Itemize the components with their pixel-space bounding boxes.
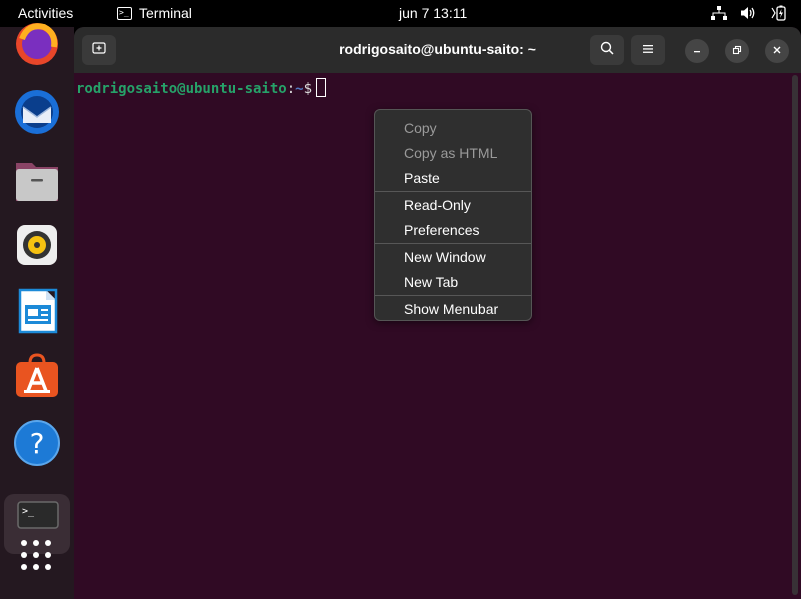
maximize-button[interactable]: [725, 39, 749, 63]
header-bar[interactable]: rodrigosaito@ubuntu-saito: ~: [74, 27, 801, 73]
system-tray[interactable]: [711, 5, 787, 21]
minimize-button[interactable]: [685, 39, 709, 63]
svg-text:>_: >_: [22, 506, 35, 517]
app-name: Terminal: [139, 5, 192, 21]
network-icon: [711, 6, 727, 20]
menu-separator: [375, 295, 531, 296]
activities-button[interactable]: Activities: [18, 5, 73, 21]
menu-icon: [642, 41, 654, 59]
search-icon: [600, 41, 614, 60]
volume-icon: [741, 6, 757, 20]
prompt-colon: :: [286, 81, 296, 97]
minimize-icon: [692, 42, 702, 60]
search-button[interactable]: [590, 35, 624, 65]
rhythmbox-icon[interactable]: [14, 222, 60, 268]
close-button[interactable]: [765, 39, 789, 63]
context-menu: Copy Copy as HTML Paste Read-Only Prefer…: [374, 109, 532, 321]
menu-item-new-tab[interactable]: New Tab: [375, 270, 531, 295]
battery-icon: [771, 5, 787, 21]
prompt-path: ~: [295, 81, 304, 97]
software-center-icon[interactable]: [14, 353, 60, 399]
show-apps-icon[interactable]: [20, 537, 56, 573]
menu-button[interactable]: [631, 35, 665, 65]
files-icon[interactable]: [14, 157, 60, 203]
dock: ? >_: [0, 23, 74, 599]
menu-item-copy-as-html: Copy as HTML: [404, 145, 498, 161]
menu-item-new-window[interactable]: New Window: [375, 245, 531, 270]
help-icon[interactable]: ?: [14, 420, 60, 466]
shell-prompt: rodrigosaito@ubuntu-saito:~$: [76, 78, 327, 98]
close-icon: [772, 42, 782, 60]
scrollbar[interactable]: [792, 75, 798, 595]
firefox-icon[interactable]: [14, 21, 60, 67]
menu-item-show-menubar[interactable]: Show Menubar: [375, 297, 531, 322]
terminal-app-icon: >_: [117, 6, 132, 20]
app-menu[interactable]: >_ Terminal: [117, 5, 192, 21]
thunderbird-icon[interactable]: [14, 89, 60, 135]
svg-text:?: ?: [30, 427, 45, 460]
menu-item-paste[interactable]: Paste: [375, 166, 531, 191]
prompt-dollar: $: [303, 81, 313, 97]
menu-separator: [375, 243, 531, 244]
menu-item-copy: Copy: [404, 120, 437, 136]
menu-item-preferences[interactable]: Preferences: [375, 218, 531, 243]
clock[interactable]: jun 7 13:11: [399, 5, 467, 21]
libreoffice-writer-icon[interactable]: [14, 288, 60, 334]
prompt-user: rodrigosaito@ubuntu-saito: [76, 81, 287, 97]
menu-item-read-only[interactable]: Read-Only: [375, 193, 531, 218]
maximize-icon: [732, 42, 742, 60]
text-cursor: [316, 78, 327, 97]
menu-separator: [375, 191, 531, 192]
top-bar: Activities >_ Terminal jun 7 13:11: [0, 0, 801, 27]
